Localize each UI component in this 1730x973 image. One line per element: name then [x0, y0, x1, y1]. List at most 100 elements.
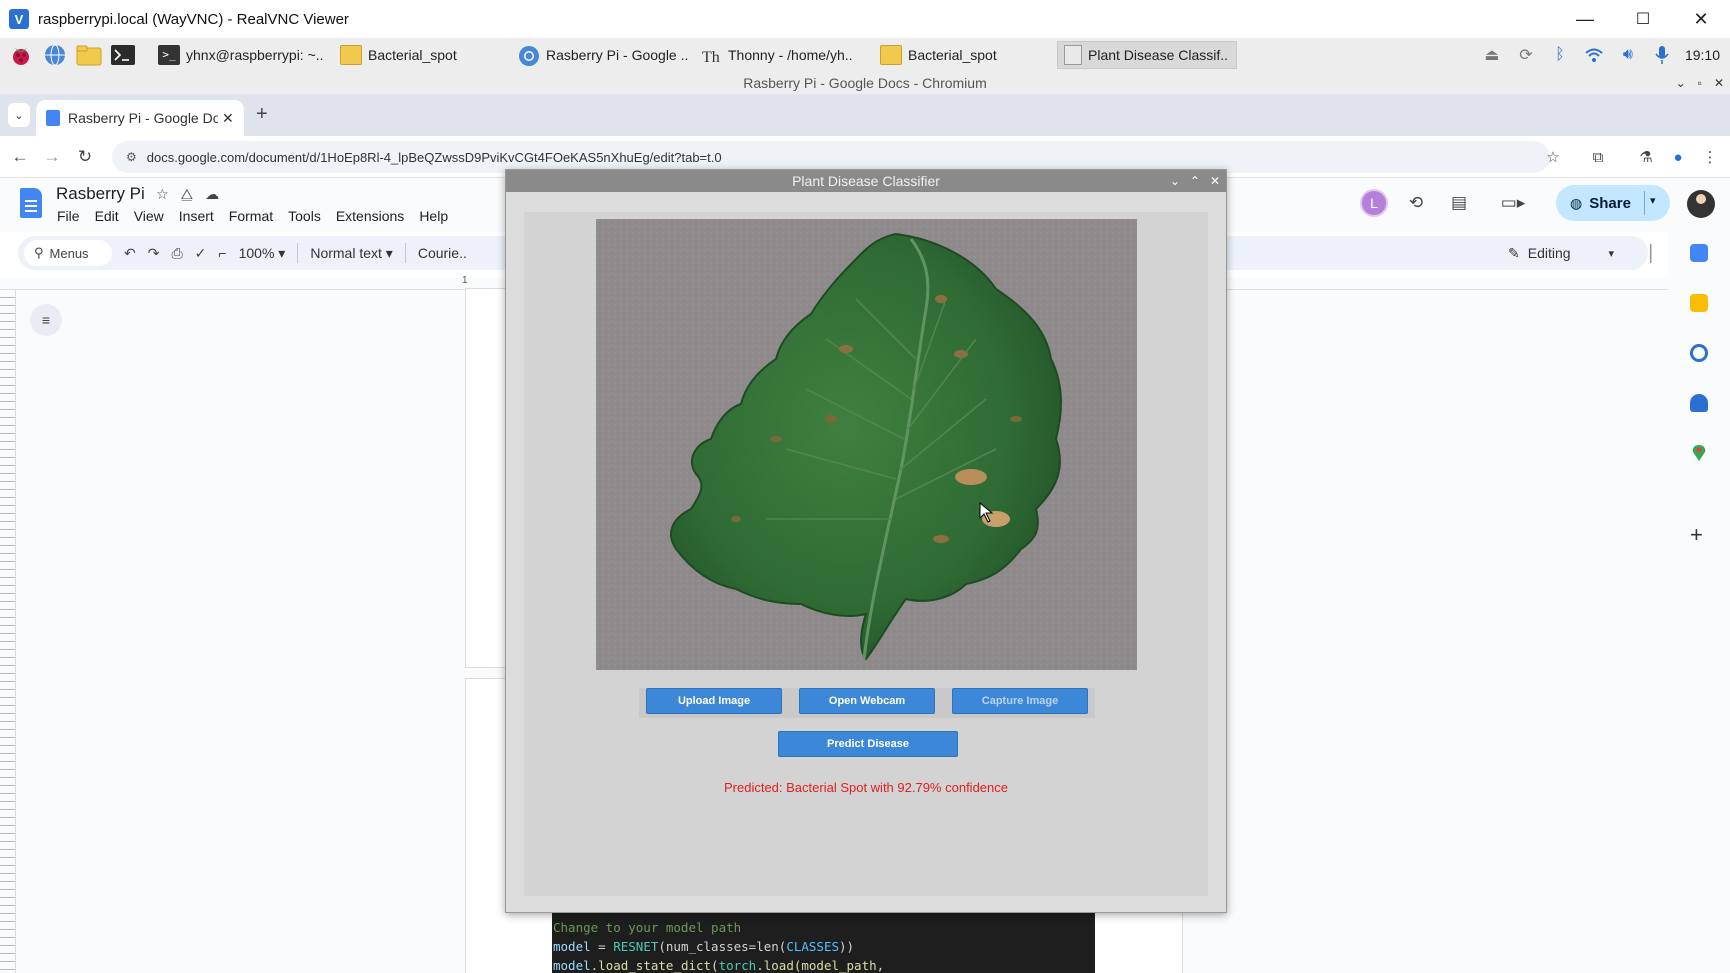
cloud-saved-icon[interactable]: ☁	[205, 186, 219, 203]
volume-icon[interactable]: 🔊︎	[1611, 38, 1645, 72]
bookmark-star-icon[interactable]: ☆	[1541, 145, 1565, 169]
editing-mode-select[interactable]: ✎ Editing ▾ | ⌃	[1508, 236, 1681, 270]
capture-image-button[interactable]: Capture Image	[952, 688, 1088, 714]
plant-disease-classifier-window: Plant Disease Classifier ⌄ ⌃ ✕ Upload Im…	[505, 169, 1227, 913]
system-tray: ⏏ ⟳ ᛒ 🔊︎ 19:10	[1475, 38, 1730, 72]
add-addon-plus-icon[interactable]: +	[1690, 522, 1703, 548]
chevron-down-icon: ▾	[1608, 247, 1615, 260]
font-select[interactable]: Courie..	[418, 245, 467, 261]
taskbar-task-folder-2[interactable]: Bacterial_spot	[880, 41, 1048, 69]
menu-help[interactable]: Help	[419, 208, 448, 224]
reload-icon[interactable]: ↻	[73, 145, 97, 169]
search-icon: ⚲	[34, 245, 44, 260]
collaborator-avatar[interactable]: L	[1357, 186, 1391, 220]
menu-extensions[interactable]: Extensions	[336, 208, 404, 224]
vnc-close-button[interactable]: ✕	[1672, 0, 1730, 38]
maps-icon[interactable]	[1690, 444, 1708, 462]
zoom-select[interactable]: 100% ▾	[239, 245, 286, 262]
thonny-icon: Th	[700, 45, 722, 66]
chevron-down-icon[interactable]: ⌄	[1676, 72, 1686, 94]
vertical-ruler	[0, 290, 16, 973]
google-docs-logo-icon[interactable]	[20, 188, 42, 218]
meet-video-icon[interactable]: ▭▸	[1490, 186, 1536, 220]
undo-icon[interactable]: ↶	[124, 245, 136, 262]
comments-icon[interactable]: ▤	[1442, 186, 1476, 220]
menu-edit[interactable]: Edit	[95, 208, 119, 224]
labs-flask-icon[interactable]: ⚗	[1634, 145, 1658, 169]
back-arrow-icon[interactable]: ←	[8, 145, 32, 169]
version-history-icon[interactable]: ⟲	[1399, 186, 1433, 220]
menu-view[interactable]: View	[134, 208, 164, 224]
menu-tools[interactable]: Tools	[288, 208, 321, 224]
star-icon[interactable]: ☆	[156, 186, 169, 203]
tab-close-icon[interactable]: ✕	[222, 110, 234, 127]
taskbar-task-classifier[interactable]: Plant Disease Classif..	[1057, 41, 1237, 69]
share-button[interactable]: ◍ Share ▾	[1556, 185, 1670, 221]
open-webcam-button[interactable]: Open Webcam	[799, 688, 935, 714]
account-avatar[interactable]	[1687, 190, 1715, 218]
forward-arrow-icon[interactable]: →	[40, 145, 64, 169]
toolbar-divider: |	[1648, 241, 1654, 264]
tasks-icon[interactable]	[1690, 344, 1708, 362]
taskbar-task-chromium[interactable]: Rasberry Pi - Google ..	[518, 41, 696, 69]
menu-insert[interactable]: Insert	[179, 208, 214, 224]
chromium-window-title: Rasberry Pi - Google Docs - Chromium	[743, 75, 987, 91]
tab-google-docs[interactable]: Rasberry Pi - Google Docs ✕	[36, 100, 244, 136]
vnc-maximize-button[interactable]: ☐	[1614, 0, 1672, 38]
share-dropdown-icon[interactable]: ▾	[1650, 194, 1656, 207]
close-icon[interactable]: ✕	[1714, 72, 1724, 94]
terminal-launcher-icon[interactable]	[110, 42, 136, 68]
taskbar-clock[interactable]: 19:10	[1685, 47, 1720, 63]
tab-search-button[interactable]: ⌄	[8, 103, 30, 127]
sync-icon[interactable]: ⟳	[1509, 38, 1543, 72]
chromium-icon	[518, 45, 540, 66]
taskbar-task-thonny[interactable]: Th Thonny - /home/yh..	[700, 41, 872, 69]
taskbar-task-folder-1[interactable]: Bacterial_spot	[340, 41, 504, 69]
spellcheck-icon[interactable]: ✓	[195, 245, 207, 262]
print-icon[interactable]: ⎙	[171, 245, 182, 262]
predict-disease-button[interactable]: Predict Disease	[778, 731, 958, 757]
chevron-up-icon[interactable]: ⌃	[1190, 170, 1200, 192]
file-manager-launcher-icon[interactable]	[76, 42, 102, 68]
bluetooth-icon[interactable]: ᛒ	[1543, 38, 1577, 72]
upload-image-button[interactable]: Upload Image	[646, 688, 782, 714]
site-info-icon[interactable]: ⚙	[126, 150, 137, 164]
vnc-window-title: raspberrypi.local (WayVNC) - RealVNC Vie…	[38, 10, 349, 28]
menu-file[interactable]: File	[57, 208, 80, 224]
chromium-window-title-bar: Rasberry Pi - Google Docs - Chromium ⌄ ▫…	[0, 72, 1730, 94]
close-icon[interactable]: ✕	[1210, 170, 1220, 192]
code-snippet[interactable]: Change to your model path model = RESNET…	[552, 912, 1095, 973]
vnc-minimize-button[interactable]: —	[1556, 0, 1614, 38]
menus-search-button[interactable]: ⚲ Menus	[24, 240, 112, 266]
menu-format[interactable]: Format	[229, 208, 273, 224]
vnc-title-bar: V raspberrypi.local (WayVNC) - RealVNC V…	[0, 0, 1730, 38]
document-title[interactable]: Rasberry Pi	[56, 184, 145, 204]
microphone-icon[interactable]	[1645, 38, 1679, 72]
move-to-drive-icon[interactable]: ⧋	[181, 186, 194, 203]
docs-menu-bar: File Edit View Insert Format Tools Exten…	[57, 208, 448, 224]
raspberry-menu-icon[interactable]	[8, 42, 34, 68]
chevron-down-icon[interactable]: ⌄	[1170, 170, 1180, 192]
prediction-result: Predicted: Bacterial Spot with 92.79% co…	[723, 780, 1008, 795]
new-tab-plus-icon[interactable]: +	[256, 103, 268, 126]
action-button-row: Upload Image Open Webcam Capture Image	[639, 688, 1095, 718]
folder-icon	[880, 45, 902, 65]
contacts-icon[interactable]	[1690, 394, 1708, 412]
redo-icon[interactable]: ↷	[148, 245, 160, 262]
browser-launcher-icon[interactable]	[42, 42, 68, 68]
window-icon	[1064, 45, 1082, 65]
eject-icon[interactable]: ⏏	[1475, 38, 1509, 72]
browser-menu-icon[interactable]: ⋮	[1698, 145, 1722, 169]
profile-icon[interactable]: ●	[1666, 145, 1690, 169]
maximize-icon[interactable]: ▫	[1698, 72, 1702, 94]
paint-format-icon[interactable]: ⌐	[218, 245, 226, 261]
taskbar-task-terminal[interactable]: >_ yhnx@raspberrypi: ~..	[158, 41, 334, 69]
extensions-icon[interactable]: ⧉	[1586, 145, 1610, 169]
paragraph-style-select[interactable]: Normal text ▾	[310, 245, 393, 262]
wifi-icon[interactable]	[1577, 38, 1611, 72]
leaf-image-preview	[596, 219, 1137, 670]
calendar-icon[interactable]	[1690, 244, 1708, 262]
classifier-title-bar[interactable]: Plant Disease Classifier ⌄ ⌃ ✕	[506, 170, 1226, 192]
keep-icon[interactable]	[1690, 294, 1708, 312]
document-outline-icon[interactable]: ≡	[30, 304, 62, 336]
